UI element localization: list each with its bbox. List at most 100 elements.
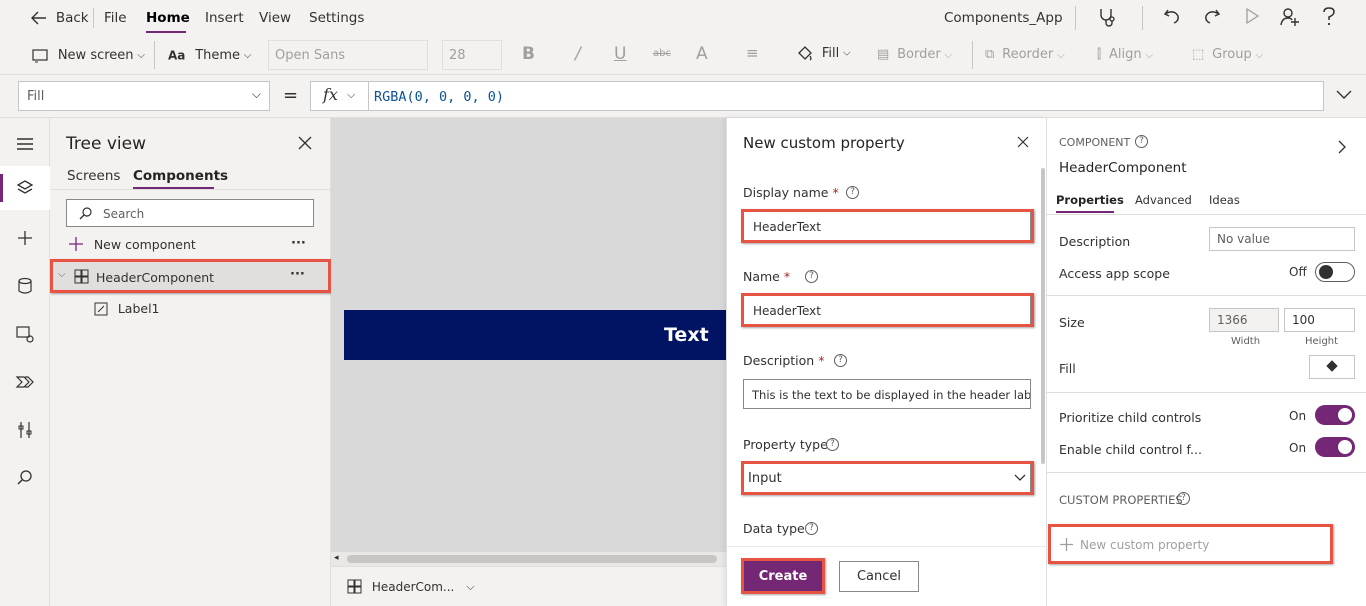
cancel-button[interactable]: Cancel — [839, 561, 919, 592]
search-icon[interactable] — [15, 468, 35, 488]
tree-search-box[interactable]: Search — [66, 199, 314, 227]
menu-view[interactable]: View — [259, 10, 291, 26]
preview-play-icon[interactable] — [1243, 7, 1261, 25]
header-component-preview[interactable]: Text — [344, 310, 726, 360]
more-options-icon[interactable]: ··· — [291, 236, 306, 251]
app-checker-icon[interactable] — [1096, 6, 1118, 28]
theme-icon: Aa — [168, 48, 186, 63]
fill-label: Fill — [1059, 361, 1076, 376]
chevron-down-icon: ⌵ — [466, 579, 475, 593]
close-tree-view-icon[interactable] — [298, 136, 312, 150]
tab-ideas[interactable]: Ideas — [1209, 193, 1240, 207]
tab-screens[interactable]: Screens — [67, 168, 120, 184]
width-caption: Width — [1231, 336, 1261, 347]
description-label: Description * — [743, 353, 824, 368]
formula-text: RGBA(0, 0, 0, 0) — [374, 89, 505, 105]
menu-insert[interactable]: Insert — [205, 10, 244, 26]
label-edit-icon — [94, 302, 108, 315]
tab-advanced[interactable]: Advanced — [1135, 193, 1192, 207]
formula-input[interactable]: fx ⌵ RGBA(0, 0, 0, 0) — [310, 81, 1324, 111]
new-custom-property-button[interactable]: New custom property — [1057, 532, 1327, 558]
fill-button[interactable]: Fill ⌵ — [796, 44, 851, 62]
close-dialog-icon[interactable] — [1017, 136, 1029, 148]
create-button[interactable]: Create — [743, 561, 823, 592]
reorder-button[interactable]: ⧉ Reorder ⌵ — [985, 47, 1065, 62]
align-button[interactable]: ⫿ Align ⌵ — [1097, 47, 1153, 62]
help-icon[interactable] — [1321, 6, 1337, 28]
menu-separator — [93, 8, 94, 28]
strikethrough-icon[interactable]: abc — [653, 48, 671, 59]
property-select[interactable]: Fill ⌵ — [18, 81, 270, 111]
help-circle-icon[interactable]: ? — [805, 270, 818, 283]
scroll-left-icon[interactable]: ◂ — [334, 553, 339, 563]
tree-item-headercomponent[interactable]: ⌵ HeaderComponent ··· — [50, 261, 331, 293]
new-custom-property-label: New custom property — [1080, 538, 1210, 552]
help-circle-icon[interactable]: ? — [846, 186, 859, 199]
help-circle-icon[interactable]: ? — [1177, 492, 1190, 505]
menu-file[interactable]: File — [104, 10, 127, 26]
tab-components[interactable]: Components — [133, 168, 228, 184]
help-circle-icon[interactable]: ? — [834, 354, 847, 367]
dialog-scrollbar[interactable] — [1041, 168, 1045, 464]
underline-icon[interactable]: U — [614, 44, 626, 64]
menu-separator — [1142, 6, 1143, 30]
scrollbar-thumb[interactable] — [347, 555, 717, 563]
menu-home[interactable]: Home — [146, 10, 190, 26]
text-align-icon[interactable]: ≡ — [746, 44, 759, 62]
display-name-text: Display name — [743, 185, 829, 200]
property-type-select[interactable]: Input — [743, 463, 1031, 493]
fill-color-picker[interactable] — [1309, 355, 1355, 379]
media-icon[interactable] — [15, 324, 35, 344]
hamburger-menu-icon[interactable] — [15, 134, 35, 154]
more-options-icon[interactable]: ··· — [290, 267, 305, 282]
help-circle-icon[interactable]: ? — [1135, 135, 1148, 148]
canvas-horizontal-scrollbar[interactable]: ◂ — [331, 552, 726, 566]
width-input[interactable]: 1366 — [1209, 308, 1279, 332]
description-prop-input[interactable]: No value — [1209, 227, 1355, 251]
toolbar-separator — [154, 41, 155, 69]
data-database-icon[interactable] — [15, 276, 35, 296]
align-label: Align — [1109, 47, 1142, 62]
tab-properties[interactable]: Properties — [1056, 193, 1124, 207]
fx-icon: fx — [323, 85, 338, 104]
theme-button[interactable]: Aa Theme ⌵ — [168, 48, 251, 63]
access-app-scope-label: Access app scope — [1059, 266, 1170, 281]
back-button[interactable]: Back — [30, 10, 89, 26]
tree-view-nav-item[interactable] — [0, 166, 50, 210]
font-color-icon[interactable]: A — [696, 44, 708, 64]
font-size-select[interactable]: 28 — [442, 40, 502, 70]
border-button[interactable]: ▤ Border ⌵ — [877, 47, 952, 62]
help-circle-icon[interactable]: ? — [805, 522, 818, 535]
new-screen-button[interactable]: New screen ⌵ — [32, 48, 145, 63]
redo-icon[interactable] — [1202, 6, 1222, 26]
enable-child-label: Enable child control f... — [1059, 442, 1202, 457]
access-app-scope-toggle[interactable] — [1315, 262, 1355, 282]
name-input[interactable]: HeaderText — [743, 295, 1031, 325]
bold-icon[interactable]: B — [522, 44, 535, 64]
display-name-input[interactable]: HeaderText — [743, 211, 1031, 241]
advanced-tools-icon[interactable] — [15, 420, 35, 440]
screen-selector[interactable]: HeaderCom... ⌵ — [347, 579, 475, 594]
help-circle-icon[interactable]: ? — [826, 438, 839, 451]
italic-icon[interactable]: / — [575, 44, 581, 64]
description-input[interactable]: This is the text to be displayed in the … — [743, 379, 1031, 409]
group-button[interactable]: ⬚ Group ⌵ — [1192, 47, 1263, 62]
fx-button[interactable]: fx ⌵ — [311, 82, 369, 110]
access-app-scope-state: Off — [1289, 265, 1307, 279]
font-family-select[interactable]: Open Sans — [268, 40, 428, 70]
property-value: Fill — [27, 89, 45, 104]
menu-settings[interactable]: Settings — [309, 10, 364, 26]
undo-icon[interactable] — [1162, 6, 1182, 26]
power-automate-icon[interactable] — [15, 372, 35, 392]
share-user-icon[interactable] — [1279, 6, 1301, 28]
new-component-button[interactable]: New component — [68, 236, 196, 252]
enable-child-toggle[interactable] — [1315, 437, 1355, 457]
collapse-panel-icon[interactable] — [1337, 140, 1347, 154]
tree-item-label1[interactable]: Label1 — [94, 301, 160, 316]
prioritize-child-toggle[interactable] — [1315, 405, 1355, 425]
insert-plus-icon[interactable] — [15, 228, 35, 248]
height-input[interactable]: 100 — [1284, 308, 1355, 332]
display-name-value: HeaderText — [753, 220, 821, 234]
required-mark: * — [832, 185, 839, 200]
expand-formula-icon[interactable] — [1336, 88, 1352, 100]
